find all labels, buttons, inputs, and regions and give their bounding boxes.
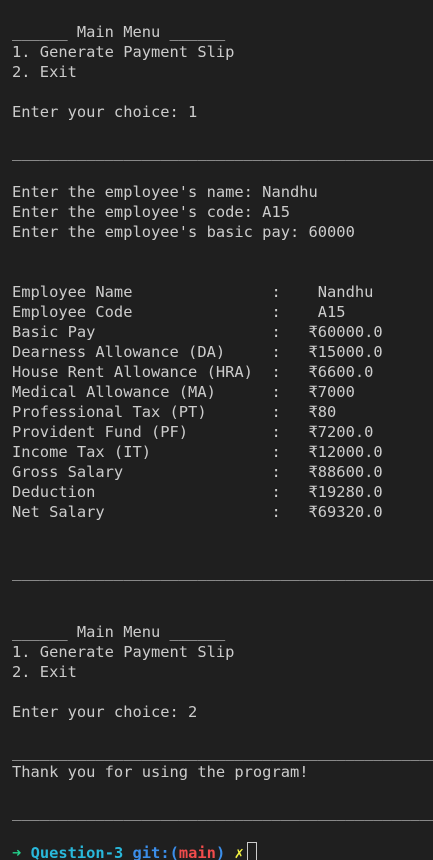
slip-row-hra: House Rent Allowance (HRA) : ₹6600.0 bbox=[12, 363, 374, 381]
prompt-directory: Question-3 bbox=[30, 844, 124, 860]
menu-title: ______ Main Menu ______ bbox=[12, 623, 226, 641]
prompt-git-close: ) bbox=[215, 844, 226, 860]
slip-row-ma: Medical Allowance (MA) : ₹7000 bbox=[12, 383, 355, 401]
employee-pay-input-line: Enter the employee's basic pay: 60000 bbox=[12, 223, 355, 241]
choice-input-line: Enter your choice: 1 bbox=[12, 103, 198, 121]
prompt-arrow-icon: ➜ bbox=[12, 844, 22, 860]
separator-line: ________________________________________… bbox=[12, 143, 433, 161]
shell-prompt[interactable]: ➜ Question-3 git:(main) ✗ bbox=[0, 842, 433, 860]
slip-row-da: Dearness Allowance (DA) : ₹15000.0 bbox=[12, 343, 383, 361]
terminal-cursor[interactable] bbox=[246, 842, 257, 860]
slip-row-it: Income Tax (IT) : ₹12000.0 bbox=[12, 443, 383, 461]
choice-input-line: Enter your choice: 2 bbox=[12, 703, 198, 721]
slip-row-gross-salary: Gross Salary : ₹88600.0 bbox=[12, 463, 383, 481]
menu-title: ______ Main Menu ______ bbox=[12, 23, 226, 41]
menu-option-generate: 1. Generate Payment Slip bbox=[12, 643, 235, 661]
prompt-dirty-icon: ✗ bbox=[234, 844, 244, 860]
prompt-git-label: git:( bbox=[132, 844, 179, 860]
slip-row-employee-code: Employee Code : A15 bbox=[12, 303, 346, 321]
menu-option-exit: 2. Exit bbox=[12, 663, 77, 681]
slip-row-employee-name: Employee Name : Nandhu bbox=[12, 283, 374, 301]
slip-row-pt: Professional Tax (PT) : ₹80 bbox=[12, 403, 337, 421]
employee-code-input-line: Enter the employee's code: A15 bbox=[12, 203, 290, 221]
separator-line: ________________________________________… bbox=[12, 803, 433, 821]
prompt-branch: main bbox=[178, 844, 216, 860]
separator-line: ________________________________________… bbox=[12, 743, 433, 761]
slip-row-net-salary: Net Salary : ₹69320.0 bbox=[12, 503, 383, 521]
slip-row-basic-pay: Basic Pay : ₹60000.0 bbox=[12, 323, 383, 341]
employee-name-input-line: Enter the employee's name: Nandhu bbox=[12, 183, 318, 201]
menu-option-exit: 2. Exit bbox=[12, 63, 77, 81]
menu-option-generate: 1. Generate Payment Slip bbox=[12, 43, 235, 61]
exit-message: Thank you for using the program! bbox=[12, 763, 309, 781]
slip-row-pf: Provident Fund (PF) : ₹7200.0 bbox=[12, 423, 374, 441]
terminal-output[interactable]: ______ Main Menu ______ 1. Generate Paym… bbox=[0, 0, 433, 860]
slip-row-deduction: Deduction : ₹19280.0 bbox=[12, 483, 383, 501]
separator-line: ________________________________________… bbox=[12, 563, 433, 581]
